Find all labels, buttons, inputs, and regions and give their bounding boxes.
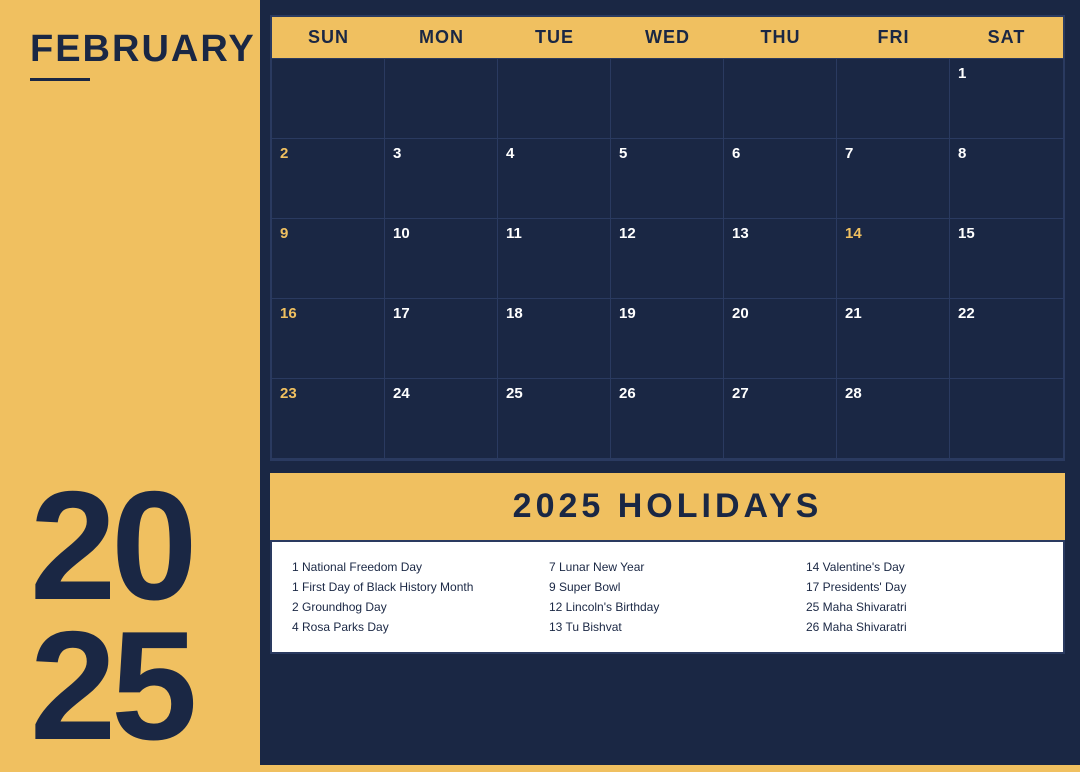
cal-cell-w4-sat: 22: [950, 299, 1063, 379]
cal-cell-w1-fri: [837, 59, 950, 139]
cal-cell-w4-sun: 16: [272, 299, 385, 379]
month-label: FEBRUARY: [30, 30, 240, 68]
cal-cell-w2-sat: 8: [950, 139, 1063, 219]
cal-cell-w3-mon: 10: [385, 219, 498, 299]
cal-cell-w2-thu: 6: [724, 139, 837, 219]
holiday-item: 17 Presidents' Day: [806, 577, 1043, 597]
cal-cell-w5-fri: 28: [837, 379, 950, 459]
cal-cell-w5-thu: 27: [724, 379, 837, 459]
holiday-item: 9 Super Bowl: [549, 577, 786, 597]
cal-cell-w4-thu: 20: [724, 299, 837, 379]
calendar-body: 1 2 3 4 5 6 7 8 9 10 11 12 13 14 15 16 1…: [272, 58, 1063, 459]
cal-cell-w5-wed: 26: [611, 379, 724, 459]
holidays-col1: 1 National Freedom Day 1 First Day of Bl…: [292, 557, 529, 637]
holidays-title: 2025 HOLIDAYS: [284, 487, 1051, 526]
holidays-body: 1 National Freedom Day 1 First Day of Bl…: [270, 540, 1065, 654]
holiday-item: 1 National Freedom Day: [292, 557, 529, 577]
holiday-item: 4 Rosa Parks Day: [292, 617, 529, 637]
header-sat: SAT: [950, 17, 1063, 58]
header-tue: TUE: [498, 17, 611, 58]
holiday-item: 12 Lincoln's Birthday: [549, 597, 786, 617]
holiday-item: 25 Maha Shivaratri: [806, 597, 1043, 617]
cal-cell-w1-wed: [611, 59, 724, 139]
cal-cell-w4-mon: 17: [385, 299, 498, 379]
holidays-col2: 7 Lunar New Year 9 Super Bowl 12 Lincoln…: [549, 557, 786, 637]
cal-cell-w3-wed: 12: [611, 219, 724, 299]
holiday-item: 14 Valentine's Day: [806, 557, 1043, 577]
holidays-title-bar: 2025 HOLIDAYS: [270, 473, 1065, 540]
header-wed: WED: [611, 17, 724, 58]
header-mon: MON: [385, 17, 498, 58]
cal-cell-w2-tue: 4: [498, 139, 611, 219]
cal-cell-w4-wed: 19: [611, 299, 724, 379]
cal-cell-w2-mon: 3: [385, 139, 498, 219]
cal-cell-w5-tue: 25: [498, 379, 611, 459]
cal-cell-w3-fri: 14: [837, 219, 950, 299]
holiday-item: 2 Groundhog Day: [292, 597, 529, 617]
calendar-header: SUN MON TUE WED THU FRI SAT: [272, 17, 1063, 58]
sidebar: FEBRUARY 2025: [0, 0, 260, 765]
calendar: SUN MON TUE WED THU FRI SAT 1 2 3 4 5 6 …: [270, 15, 1065, 461]
holiday-item: 1 First Day of Black History Month: [292, 577, 529, 597]
cal-cell-w3-thu: 13: [724, 219, 837, 299]
header-sun: SUN: [272, 17, 385, 58]
cal-cell-w4-tue: 18: [498, 299, 611, 379]
main-content: SUN MON TUE WED THU FRI SAT 1 2 3 4 5 6 …: [260, 0, 1080, 765]
cal-cell-w1-thu: [724, 59, 837, 139]
cal-cell-w5-sun: 23: [272, 379, 385, 459]
holiday-item: 13 Tu Bishvat: [549, 617, 786, 637]
cal-cell-w5-mon: 24: [385, 379, 498, 459]
year-label: 2025: [30, 476, 240, 755]
cal-cell-w4-fri: 21: [837, 299, 950, 379]
header-thu: THU: [724, 17, 837, 58]
holidays-col3: 14 Valentine's Day 17 Presidents' Day 25…: [806, 557, 1043, 637]
cal-cell-w5-sat: [950, 379, 1063, 459]
cal-cell-w1-sat: 1: [950, 59, 1063, 139]
cal-cell-w2-sun: 2: [272, 139, 385, 219]
cal-cell-w1-tue: [498, 59, 611, 139]
header-fri: FRI: [837, 17, 950, 58]
cal-cell-w1-sun: [272, 59, 385, 139]
cal-cell-w3-tue: 11: [498, 219, 611, 299]
holidays-section: 2025 HOLIDAYS 1 National Freedom Day 1 F…: [270, 473, 1065, 654]
cal-cell-w2-wed: 5: [611, 139, 724, 219]
cal-cell-w3-sun: 9: [272, 219, 385, 299]
cal-cell-w1-mon: [385, 59, 498, 139]
holiday-item: 26 Maha Shivaratri: [806, 617, 1043, 637]
cal-cell-w2-fri: 7: [837, 139, 950, 219]
cal-cell-w3-sat: 15: [950, 219, 1063, 299]
sidebar-divider: [30, 78, 90, 81]
holiday-item: 7 Lunar New Year: [549, 557, 786, 577]
